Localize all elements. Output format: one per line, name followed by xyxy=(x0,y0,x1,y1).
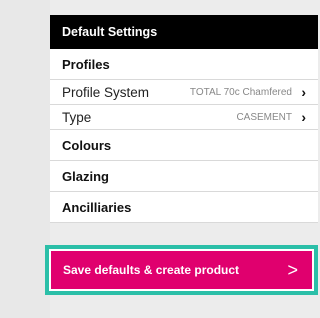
save-defaults-label: Save defaults & create product xyxy=(63,263,240,277)
setting-label: Profile System xyxy=(62,84,150,100)
section-glazing[interactable]: Glazing xyxy=(50,161,318,192)
chevron-right-icon[interactable]: › xyxy=(296,85,306,99)
chevron-right-icon: > xyxy=(287,260,298,280)
section-profiles[interactable]: Profiles xyxy=(50,49,318,80)
setting-label: Type xyxy=(62,109,92,125)
section-colours[interactable]: Colours xyxy=(50,130,318,161)
left-gutter xyxy=(0,0,50,318)
default-settings-panel: Default Settings Profiles Profile System… xyxy=(50,15,318,223)
chevron-right-icon[interactable]: › xyxy=(296,110,306,124)
setting-profile-system[interactable]: Profile System TOTAL 70c Chamfered › xyxy=(50,80,318,105)
setting-value-group: TOTAL 70c Chamfered › xyxy=(190,85,306,99)
setting-value: TOTAL 70c Chamfered xyxy=(189,86,292,98)
setting-value: CASEMENT xyxy=(236,111,292,123)
save-defaults-button[interactable]: Save defaults & create product > xyxy=(51,251,312,289)
setting-value-group: CASEMENT › xyxy=(236,110,306,124)
panel-title: Default Settings xyxy=(50,15,318,49)
setting-type[interactable]: Type CASEMENT › xyxy=(50,105,318,130)
section-ancillaries[interactable]: Ancilliaries xyxy=(50,192,318,223)
cta-focus-ring: Save defaults & create product > xyxy=(45,245,318,295)
